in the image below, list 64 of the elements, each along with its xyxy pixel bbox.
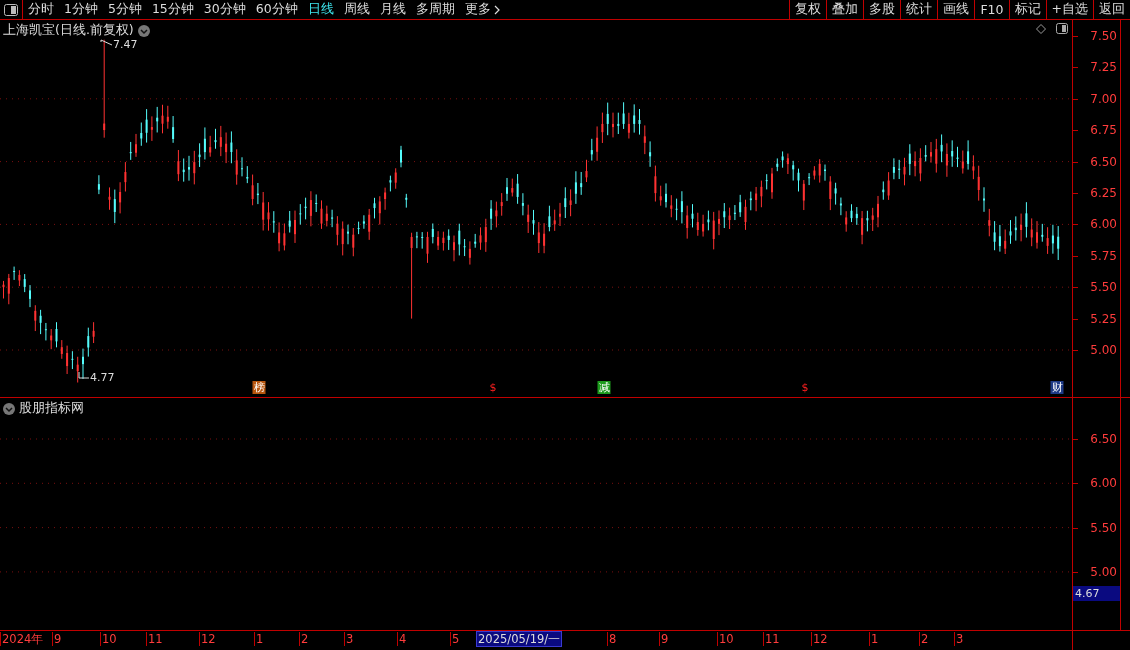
date-axis-label: 3 — [954, 632, 965, 646]
period-tab[interactable]: 多周期 — [410, 0, 460, 19]
period-tab[interactable]: 分时 — [23, 0, 59, 19]
date-axis-label: 10 — [717, 632, 735, 646]
price-axis-label: 6.00 — [1090, 217, 1117, 232]
period-tab[interactable]: 1分钟 — [59, 0, 103, 19]
date-axis-label: 2025/05/19/一 — [476, 631, 563, 647]
low-price-label: 4.77 — [90, 371, 115, 384]
high-price-label: 7.47 — [113, 38, 138, 51]
price-axis-label: 6.75 — [1090, 123, 1117, 138]
date-axis-label: 11 — [146, 632, 164, 646]
toolbar-button[interactable]: F10 — [974, 0, 1009, 19]
indicator-title: 股朋指标网 — [19, 400, 84, 417]
period-tab[interactable]: 月线 — [374, 0, 411, 19]
indicator-axis-label: 5.50 — [1090, 520, 1117, 535]
date-axis-label: 1 — [869, 632, 880, 646]
toolbar-button[interactable]: 多股 — [863, 0, 901, 19]
toolbar-button[interactable]: 复权 — [789, 0, 827, 19]
indicator-axis-label: 6.00 — [1090, 476, 1117, 491]
price-axis-label: 7.25 — [1090, 60, 1117, 75]
price-axis-label: 7.50 — [1090, 29, 1117, 43]
date-axis-label: 2 — [919, 632, 930, 646]
more-button[interactable]: 更多 — [459, 0, 505, 19]
price-axis-label: 5.75 — [1090, 248, 1117, 263]
toolbar-button[interactable]: 叠加 — [826, 0, 864, 19]
price-axis-label: 5.50 — [1090, 280, 1117, 295]
event-tag[interactable]: 财 — [1050, 381, 1064, 394]
date-axis-label: 9 — [659, 632, 670, 646]
date-axis-label: 11 — [763, 632, 781, 646]
date-axis-label: 2 — [299, 632, 310, 646]
date-axis-label: 12 — [199, 632, 217, 646]
date-axis-label: 1 — [254, 632, 265, 646]
price-axis-label: 6.25 — [1090, 186, 1117, 200]
date-axis-label: 8 — [607, 632, 618, 646]
chart-title: 上海凯宝(日线.前复权) — [3, 22, 134, 39]
event-tag[interactable]: 减 — [597, 381, 611, 394]
date-axis-label: 9 — [52, 632, 63, 646]
toolbar-button[interactable]: 返回 — [1093, 0, 1130, 19]
period-tab[interactable]: 15分钟 — [146, 0, 199, 19]
date-axis-label: 2024年 — [0, 632, 45, 646]
period-tab[interactable]: 日线 — [302, 0, 339, 19]
date-axis-label: 5 — [450, 632, 461, 646]
date-axis-label: 3 — [344, 632, 355, 646]
date-axis-label: 12 — [811, 632, 829, 646]
price-axis-label: 5.00 — [1090, 343, 1117, 357]
period-tab[interactable]: 5分钟 — [102, 0, 147, 19]
period-tab[interactable]: 30分钟 — [198, 0, 251, 19]
date-axis-label: 4 — [397, 632, 408, 646]
indicator-axis-label: 6.50 — [1090, 432, 1117, 446]
toolbar-button[interactable]: +自选 — [1045, 0, 1093, 19]
price-axis-label: 6.50 — [1090, 154, 1117, 169]
current-value-box: 4.67 — [1073, 586, 1120, 601]
toolbar-button[interactable]: 统计 — [900, 0, 938, 19]
period-tab[interactable]: 60分钟 — [250, 0, 303, 19]
toolbar-button[interactable]: 画线 — [937, 0, 975, 19]
price-axis-label: 5.25 — [1090, 311, 1117, 326]
period-tab[interactable]: 周线 — [338, 0, 375, 19]
dividend-mark[interactable]: $ — [801, 381, 809, 394]
event-tag[interactable]: 榜 — [252, 381, 266, 394]
price-axis-label: 7.00 — [1090, 91, 1117, 106]
dividend-mark[interactable]: $ — [489, 381, 497, 394]
toolbar-button[interactable]: 标记 — [1008, 0, 1046, 19]
date-axis-label: 10 — [100, 632, 118, 646]
indicator-axis-label: 5.00 — [1090, 564, 1117, 579]
